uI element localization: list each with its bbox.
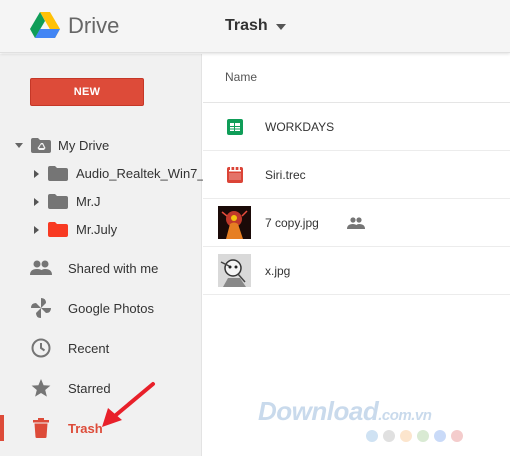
sheets-icon	[227, 119, 243, 135]
watermark-dot	[383, 430, 395, 442]
file-name: x.jpg	[265, 263, 291, 278]
file-name: 7 copy.jpg	[265, 215, 319, 230]
dropdown-caret-icon	[275, 24, 286, 30]
active-indicator	[0, 415, 4, 441]
shared-people-icon	[347, 217, 365, 229]
app-title[interactable]: Drive	[68, 13, 119, 39]
watermark: Download.com.vn	[258, 396, 432, 427]
file-row-x-jpg[interactable]: x.jpg	[203, 247, 510, 295]
expand-arrow-icon[interactable]	[34, 225, 39, 234]
tree-item-my-drive[interactable]: My Drive	[15, 138, 109, 153]
column-header-name[interactable]: Name	[225, 70, 257, 84]
drive-folder-icon	[31, 138, 51, 153]
star-icon	[30, 377, 52, 399]
watermark-suffix: .com.vn	[378, 407, 432, 424]
watermark-dots	[366, 430, 463, 442]
folder-icon	[48, 222, 68, 237]
people-icon	[30, 257, 52, 279]
tree-item-mr-j[interactable]: Mr.J	[34, 194, 101, 209]
watermark-dot	[451, 430, 463, 442]
watermark-dot	[400, 430, 412, 442]
expand-arrow-icon[interactable]	[15, 143, 23, 148]
nav-label: Shared with me	[68, 260, 159, 276]
file-name: WORKDAYS	[265, 119, 335, 134]
nav-recent[interactable]: Recent	[0, 328, 202, 368]
video-icon	[227, 167, 243, 183]
watermark-text: Download	[258, 396, 379, 426]
tree-label: Audio_Realtek_Win7_6	[76, 166, 212, 181]
clock-icon	[30, 337, 52, 359]
file-name: Siri.trec	[265, 167, 306, 182]
pinwheel-icon	[30, 297, 52, 319]
file-row-workdays[interactable]: WORKDAYS	[203, 103, 510, 151]
tree-item-audio-realtek[interactable]: Audio_Realtek_Win7_6	[34, 166, 212, 181]
folder-icon	[48, 194, 68, 209]
image-thumbnail	[218, 254, 251, 287]
file-row-siri-trec[interactable]: Siri.trec	[203, 151, 510, 199]
new-button[interactable]: NEW	[30, 78, 144, 106]
nav-google-photos[interactable]: Google Photos	[0, 288, 202, 328]
watermark-dot	[434, 430, 446, 442]
nav-label: Google Photos	[68, 300, 155, 316]
tree-label: Mr.J	[76, 194, 101, 209]
breadcrumb-label: Trash	[225, 17, 268, 34]
nav-label: Recent	[68, 340, 110, 356]
drive-logo-icon[interactable]	[30, 12, 60, 38]
annotation-arrow-icon	[102, 382, 155, 427]
tree-label: My Drive	[58, 138, 110, 153]
file-row-7-copy-jpg[interactable]: 7 copy.jpg	[203, 199, 510, 247]
breadcrumb-trash[interactable]: Trash	[225, 17, 286, 35]
expand-arrow-icon[interactable]	[34, 197, 39, 206]
image-thumbnail	[218, 206, 251, 239]
trash-icon	[30, 417, 52, 439]
nav-shared-with-me[interactable]: Shared with me	[0, 248, 202, 288]
folder-icon	[48, 166, 68, 181]
top-bar: Drive Trash	[0, 0, 510, 53]
tree-label: Mr.July	[76, 222, 118, 237]
watermark-dot	[366, 430, 378, 442]
watermark-dot	[417, 430, 429, 442]
expand-arrow-icon[interactable]	[34, 169, 39, 178]
tree-item-mr-july[interactable]: Mr.July	[34, 222, 117, 237]
